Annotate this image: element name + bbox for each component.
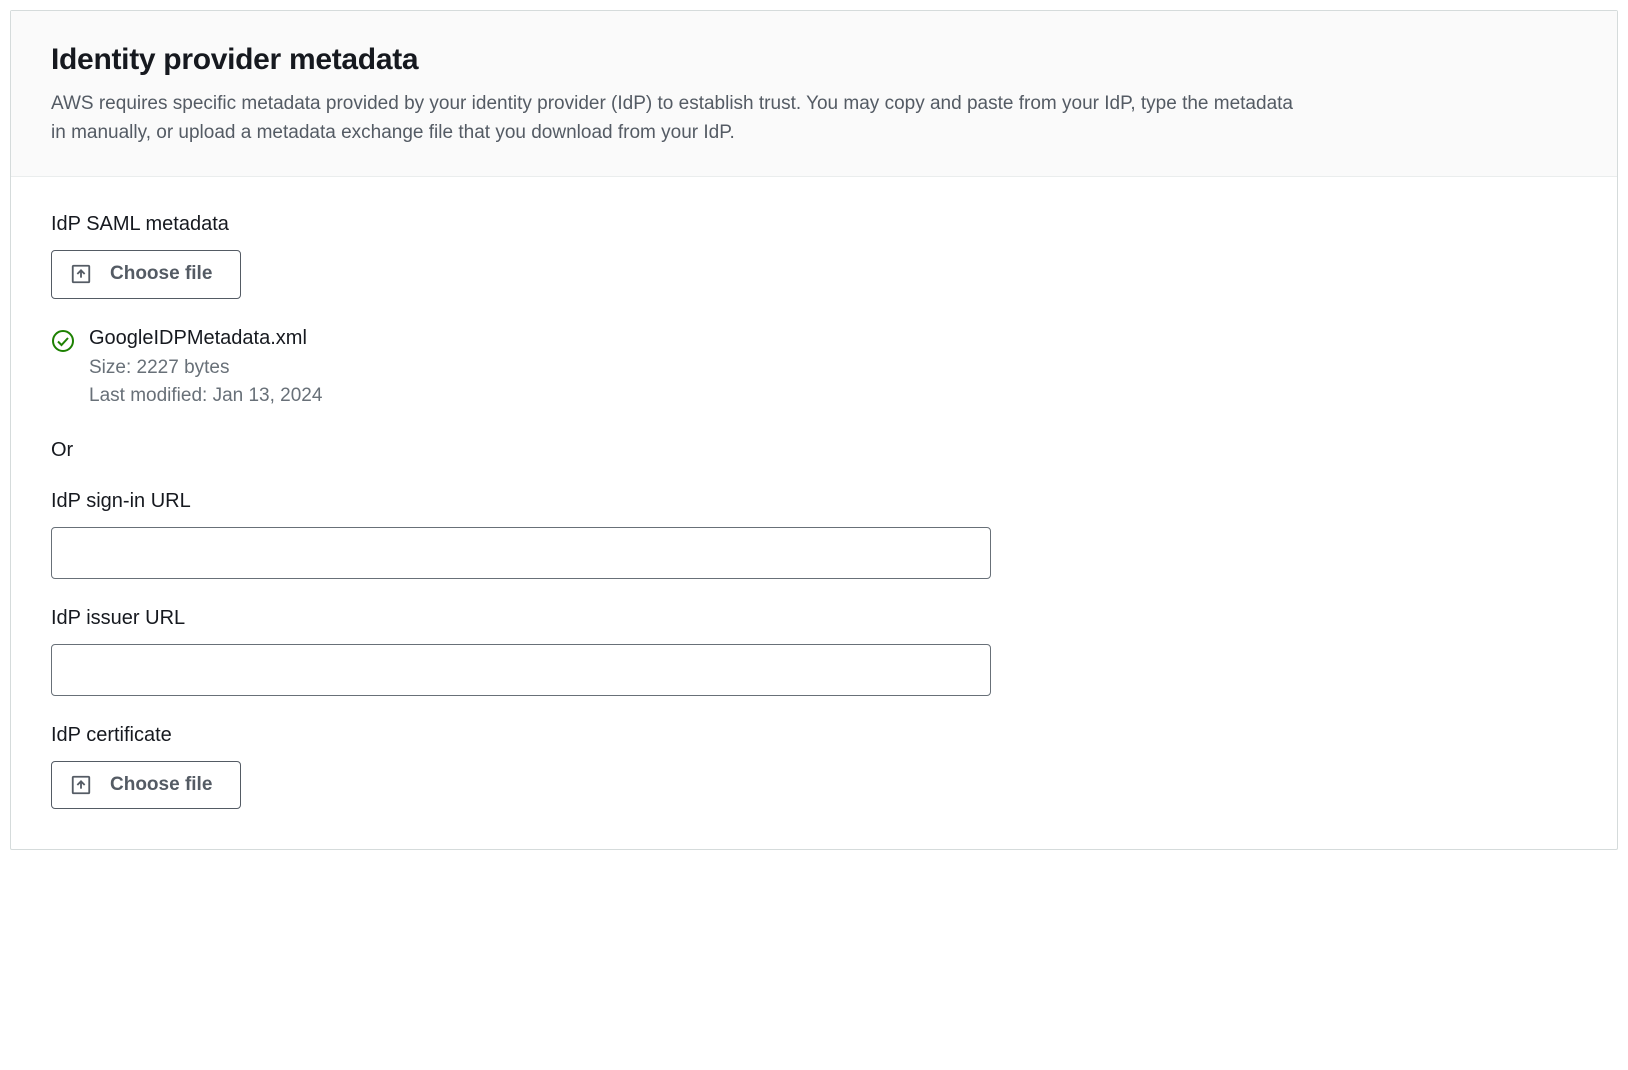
upload-icon: [70, 263, 92, 285]
saml-choose-file-button[interactable]: Choose file: [51, 250, 241, 299]
panel-header: Identity provider metadata AWS requires …: [11, 11, 1617, 177]
saml-metadata-label: IdP SAML metadata: [51, 213, 1577, 236]
signin-url-input[interactable]: [51, 527, 991, 579]
panel-description: AWS requires specific metadata provided …: [51, 89, 1301, 148]
upload-icon: [70, 774, 92, 796]
signin-url-label: IdP sign-in URL: [51, 490, 1577, 513]
saml-metadata-field: IdP SAML metadata Choose file: [51, 213, 1577, 411]
or-separator: Or: [51, 439, 1577, 462]
saml-choose-file-label: Choose file: [110, 263, 212, 286]
panel-body: IdP SAML metadata Choose file: [11, 177, 1617, 850]
idp-metadata-panel: Identity provider metadata AWS requires …: [10, 10, 1618, 850]
file-info: GoogleIDPMetadata.xml Size: 2227 bytes L…: [89, 327, 322, 411]
issuer-url-label: IdP issuer URL: [51, 607, 1577, 630]
signin-url-field: IdP sign-in URL: [51, 490, 1577, 579]
certificate-field: IdP certificate Choose file: [51, 724, 1577, 810]
certificate-label: IdP certificate: [51, 724, 1577, 747]
issuer-url-field: IdP issuer URL: [51, 607, 1577, 696]
uploaded-file-name: GoogleIDPMetadata.xml: [89, 327, 322, 350]
certificate-choose-file-button[interactable]: Choose file: [51, 761, 241, 810]
uploaded-file-modified: Last modified: Jan 13, 2024: [89, 382, 322, 411]
uploaded-file-status: GoogleIDPMetadata.xml Size: 2227 bytes L…: [51, 327, 1577, 411]
issuer-url-input[interactable]: [51, 644, 991, 696]
success-check-icon: [51, 329, 75, 353]
panel-title: Identity provider metadata: [51, 43, 1577, 77]
certificate-choose-file-label: Choose file: [110, 774, 212, 797]
uploaded-file-size: Size: 2227 bytes: [89, 354, 322, 383]
